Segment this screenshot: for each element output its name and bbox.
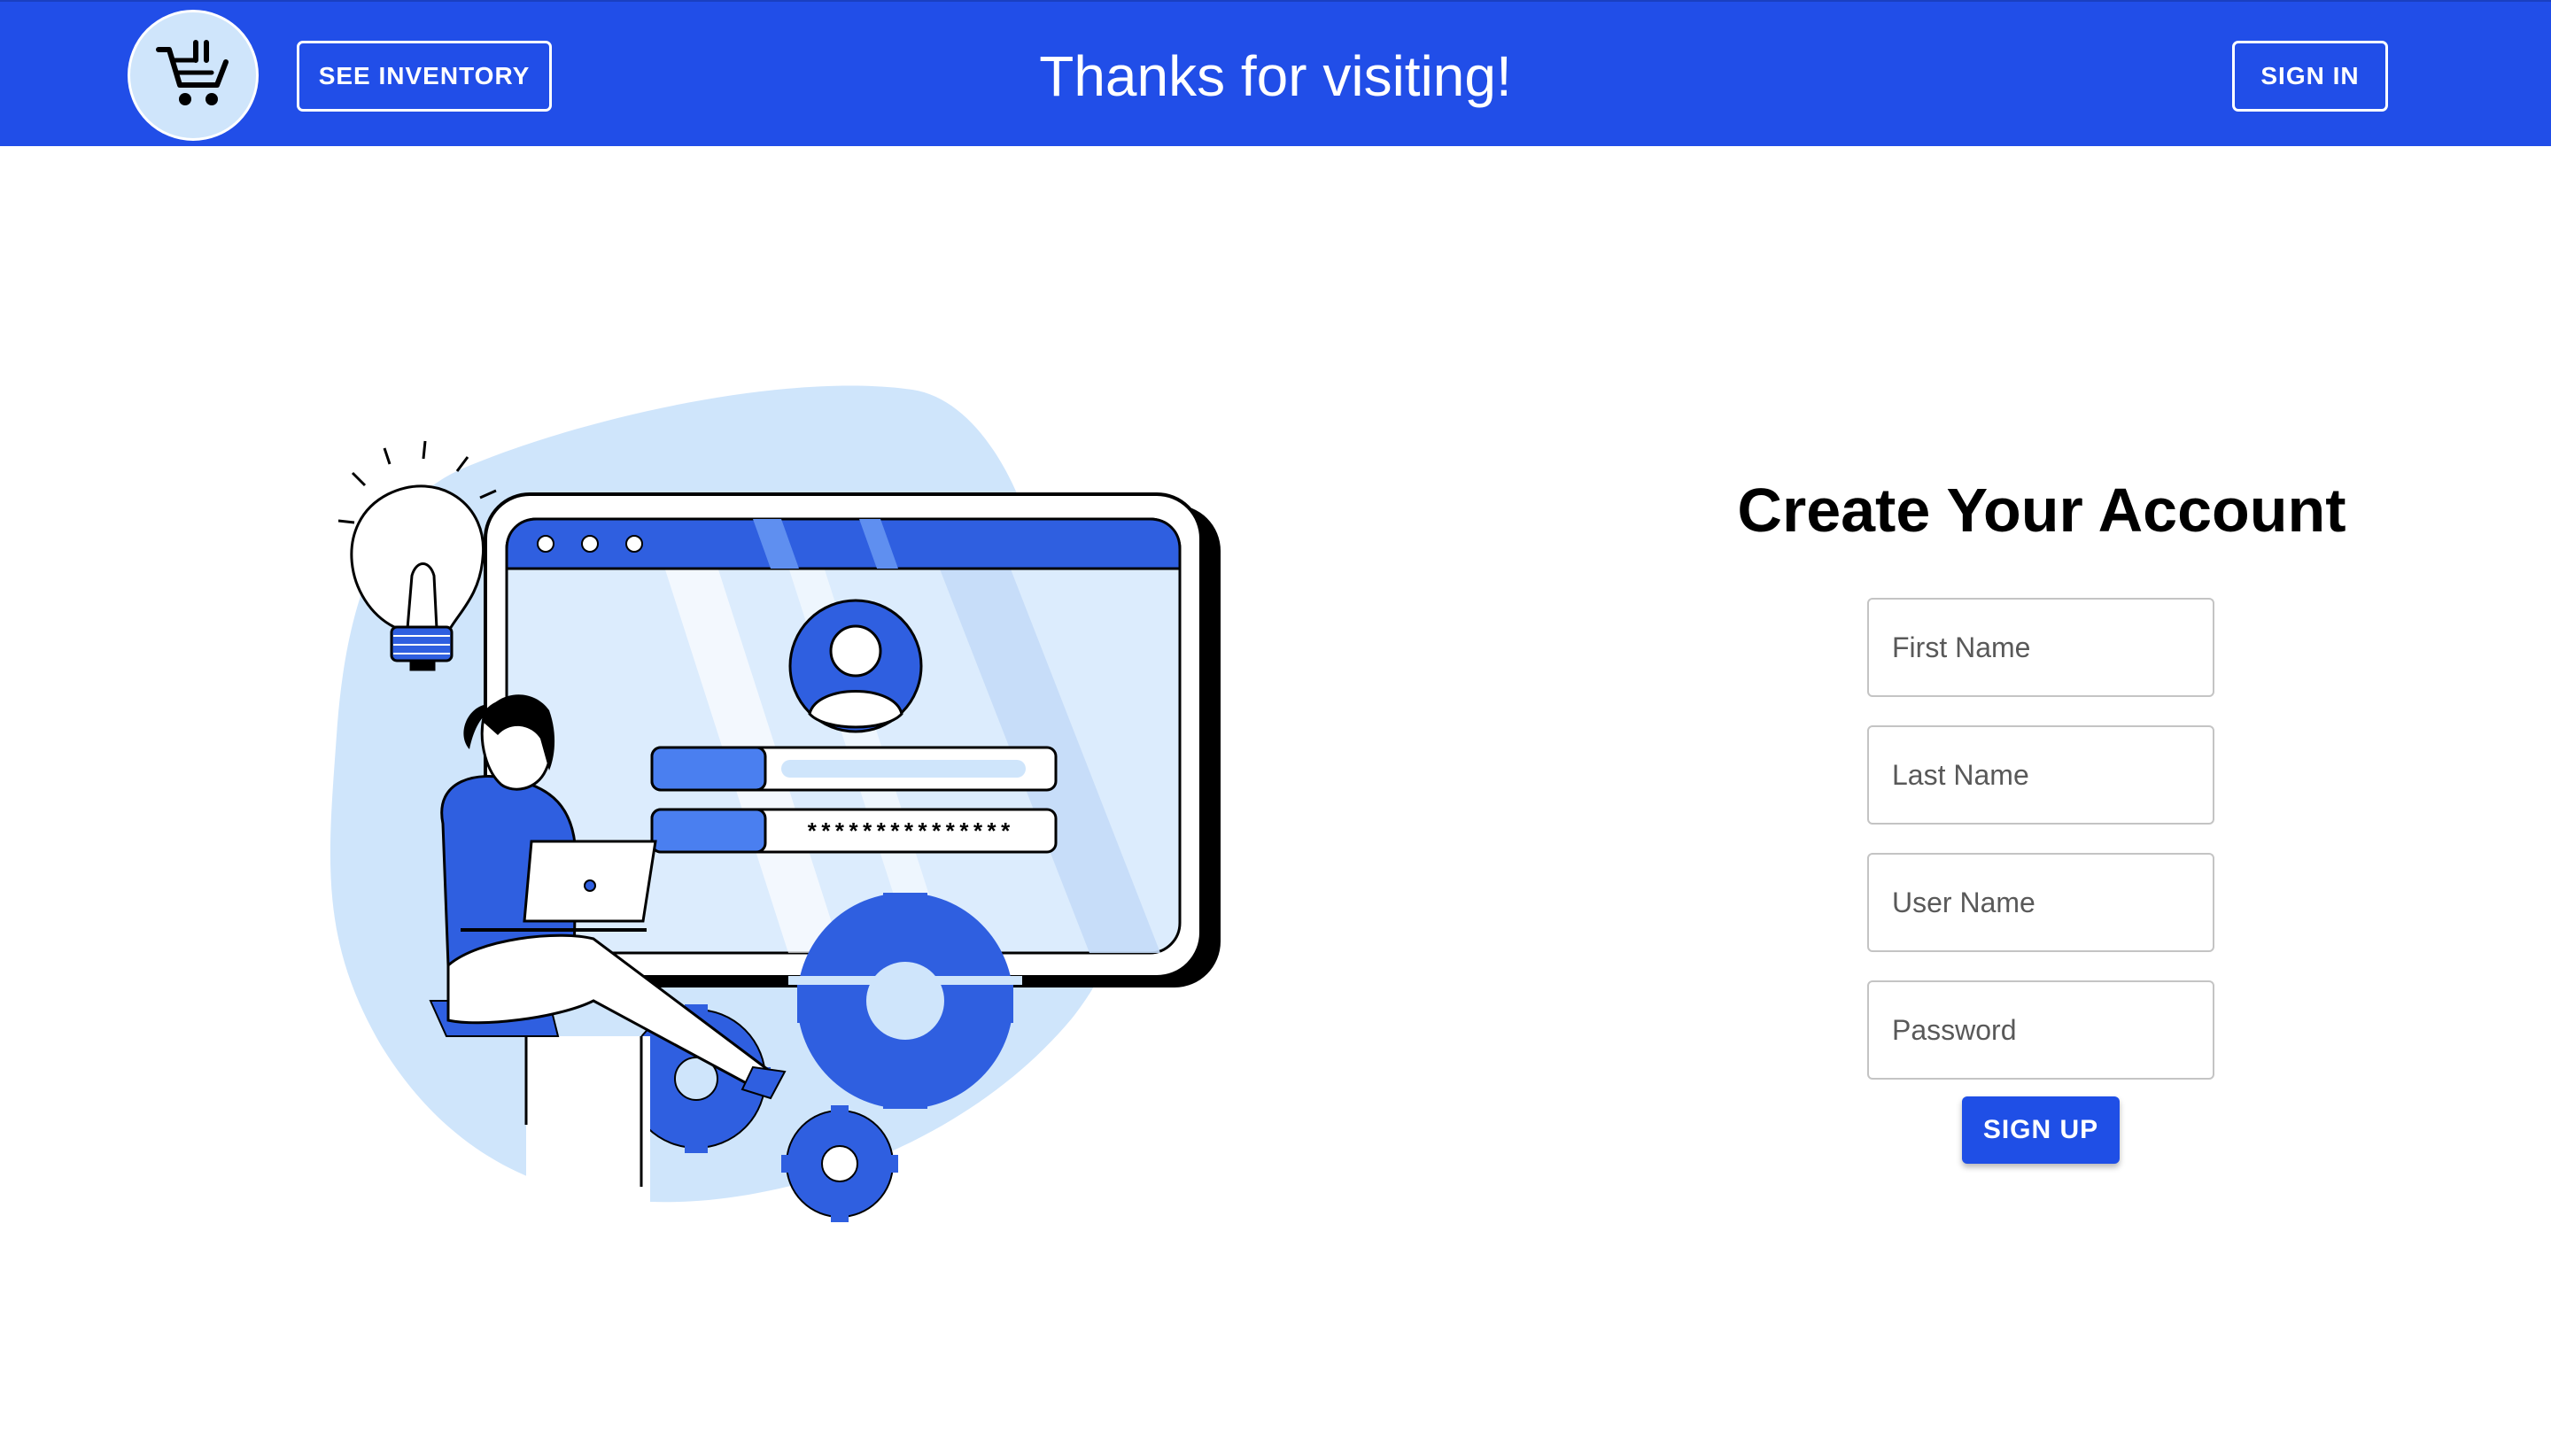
password-input[interactable] [1867, 980, 2214, 1080]
user-name-input[interactable] [1867, 853, 2214, 952]
last-name-input[interactable] [1867, 725, 2214, 825]
page-title: Thanks for visiting! [1039, 44, 1512, 108]
sign-up-button[interactable]: SIGN UP [1962, 1096, 2120, 1164]
signup-illustration: *************** [330, 385, 1221, 1222]
create-account-title: Create Your Account [1737, 476, 2346, 545]
app-bar: SEE INVENTORY Thanks for visiting! SIGN … [0, 0, 2551, 146]
first-name-input[interactable] [1867, 598, 2214, 697]
password-mask-text: *************** [805, 820, 1012, 847]
sign-in-button[interactable]: SIGN IN [2232, 41, 2388, 112]
